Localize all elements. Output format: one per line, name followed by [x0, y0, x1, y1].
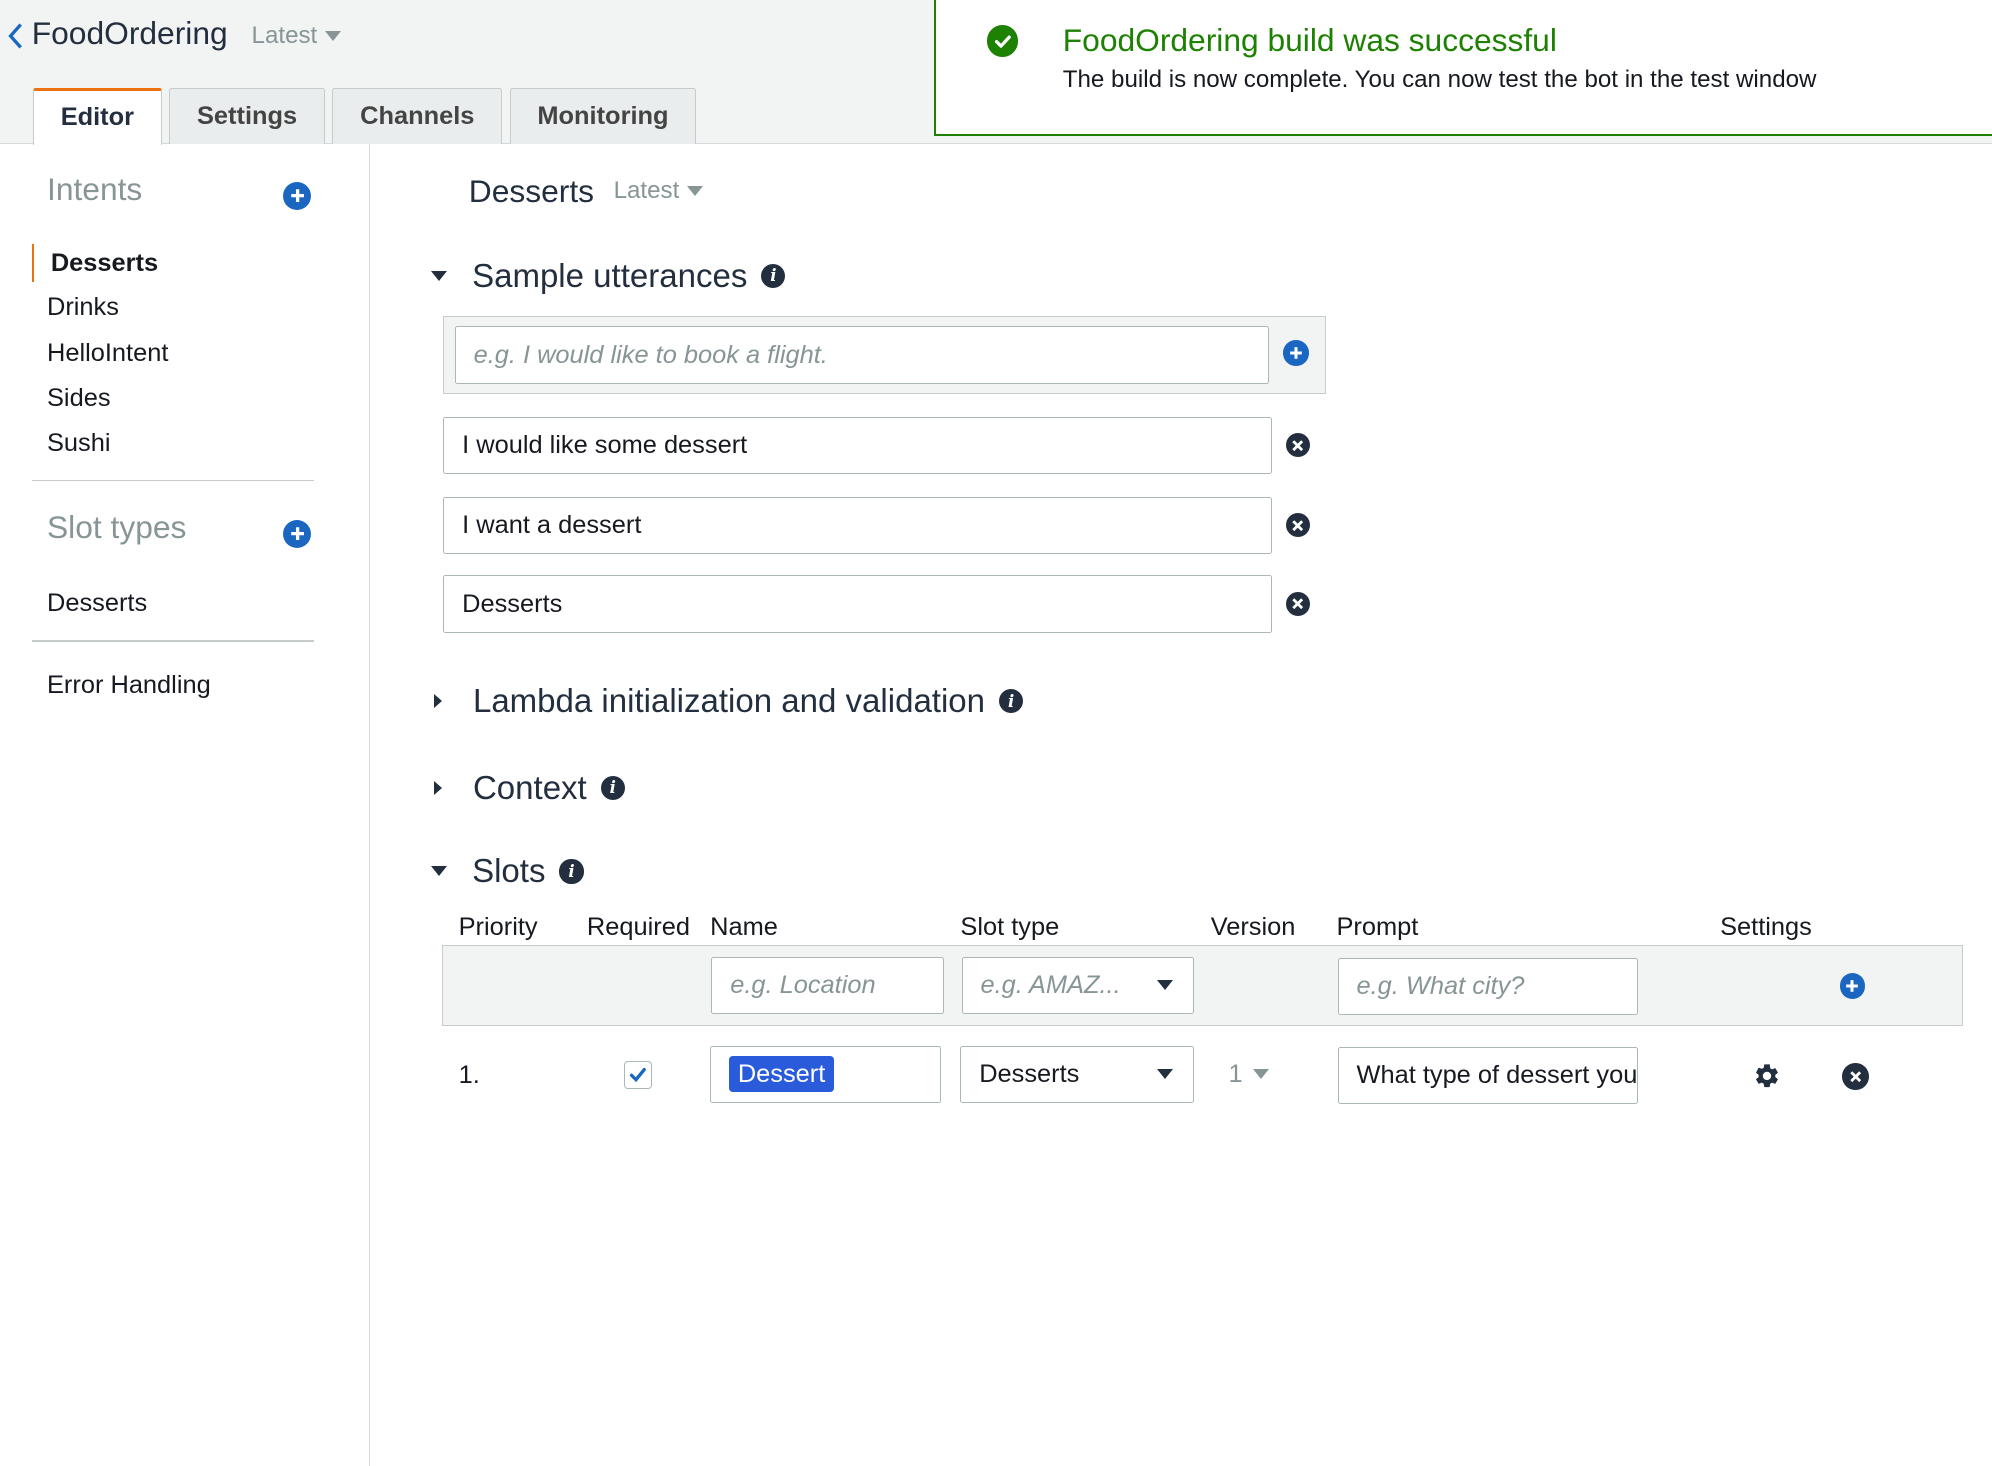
add-slot-plus-icon[interactable]: [1839, 973, 1865, 999]
sidebar-item-hellointent[interactable]: HelloIntent: [47, 339, 168, 368]
bot-version-dropdown[interactable]: Latest: [252, 22, 341, 50]
caret-right-icon: [434, 694, 443, 709]
caret-down-icon: [430, 866, 447, 877]
column-header-priority: Priority: [458, 913, 538, 942]
remove-slot-x-icon[interactable]: [1842, 1063, 1869, 1090]
utterance-input[interactable]: I want a dessert: [443, 496, 1272, 554]
new-slot-type-select[interactable]: e.g. AMAZ...: [961, 956, 1195, 1014]
caret-down-icon: [1156, 980, 1173, 990]
column-header-name: Name: [710, 913, 778, 942]
new-slot-row: [442, 945, 1963, 1027]
caret-down-icon: [324, 30, 341, 41]
tab-monitoring[interactable]: Monitoring: [509, 87, 697, 144]
slot-types-heading: Slot types: [47, 509, 187, 546]
info-icon[interactable]: i: [999, 689, 1024, 714]
utterance-input[interactable]: Desserts: [443, 575, 1272, 633]
slot-type-placeholder: e.g. AMAZ...: [980, 970, 1121, 999]
notification-message: The build is now complete. You can now t…: [1062, 66, 1817, 94]
add-utterance-plus-icon[interactable]: [1283, 340, 1309, 366]
slot-type-select[interactable]: Desserts: [960, 1045, 1195, 1103]
slot-required-checkbox[interactable]: [623, 1060, 652, 1089]
intents-heading: Intents: [47, 171, 143, 208]
info-icon[interactable]: i: [559, 859, 584, 884]
slots-section-title: Slots: [472, 852, 546, 890]
lambda-section-title: Lambda initialization and validation: [472, 682, 986, 720]
slot-version-dropdown[interactable]: 1: [1228, 1059, 1269, 1089]
info-icon[interactable]: i: [600, 775, 625, 800]
notification-title: FoodOrdering build was successful: [1062, 21, 1557, 58]
back-chevron-icon[interactable]: [5, 20, 25, 50]
tab-editor[interactable]: Editor: [33, 87, 162, 145]
sidebar: Intents Desserts Drinks HelloIntent Side…: [0, 143, 370, 1466]
column-header-version: Version: [1210, 913, 1296, 942]
sidebar-item-drinks[interactable]: Drinks: [47, 293, 119, 322]
caret-down-icon: [686, 185, 703, 196]
tab-channels[interactable]: Channels: [332, 87, 503, 144]
check-circle-icon: [986, 25, 1019, 58]
add-slot-type-plus-icon[interactable]: [283, 519, 312, 548]
sidebar-item-sushi[interactable]: Sushi: [47, 429, 111, 458]
new-slot-prompt-input[interactable]: e.g. What city?: [1337, 957, 1638, 1016]
new-utterance-input[interactable]: e.g. I would like to book a flight.: [454, 326, 1270, 384]
slot-name-input[interactable]: Dessert: [710, 1045, 942, 1103]
context-section-title: Context: [472, 768, 587, 806]
gear-icon[interactable]: [1753, 1062, 1781, 1096]
column-header-required: Required: [586, 913, 690, 942]
sidebar-item-desserts[interactable]: Desserts: [51, 249, 158, 278]
slot-type-value: Desserts: [979, 1059, 1080, 1088]
sidebar-divider: [31, 480, 314, 482]
slots-section-toggle[interactable]: Slots i: [429, 852, 584, 890]
slot-name-token: Dessert: [728, 1055, 835, 1093]
sidebar-item-error-handling[interactable]: Error Handling: [47, 671, 211, 700]
context-section-toggle[interactable]: Context i: [429, 768, 625, 807]
caret-down-icon: [430, 270, 447, 281]
remove-utterance-x-icon[interactable]: [1285, 433, 1310, 458]
remove-utterance-x-icon[interactable]: [1285, 592, 1310, 617]
slot-priority: 1.: [458, 1060, 480, 1089]
caret-down-icon: [1156, 1069, 1173, 1079]
active-indicator: [31, 243, 35, 283]
info-icon[interactable]: i: [761, 263, 786, 288]
utterance-input[interactable]: I would like some dessert: [443, 416, 1272, 474]
intent-title: Desserts: [468, 172, 595, 209]
sidebar-item-slot-type-desserts[interactable]: Desserts: [47, 589, 147, 618]
slot-version-value: 1: [1228, 1059, 1243, 1088]
build-success-notification: FoodOrdering build was successful The bu…: [933, 0, 1992, 136]
remove-utterance-x-icon[interactable]: [1285, 513, 1310, 538]
sample-utterances-title: Sample utterances: [472, 256, 748, 294]
intent-version-label: Latest: [613, 176, 680, 204]
column-header-slot-type: Slot type: [960, 913, 1060, 942]
bot-title: FoodOrdering: [31, 15, 228, 52]
tab-settings[interactable]: Settings: [169, 87, 325, 144]
sample-utterances-toggle[interactable]: Sample utterances i: [429, 256, 786, 295]
caret-down-icon: [1252, 1069, 1269, 1079]
new-slot-name-input[interactable]: e.g. Location: [711, 956, 944, 1014]
slot-prompt-input[interactable]: What type of dessert you: [1337, 1046, 1638, 1104]
column-header-settings: Settings: [1720, 913, 1812, 942]
sidebar-item-sides[interactable]: Sides: [47, 384, 111, 413]
sidebar-divider: [31, 640, 314, 642]
column-header-prompt: Prompt: [1336, 913, 1419, 942]
bot-version-label: Latest: [251, 21, 318, 49]
intent-version-dropdown[interactable]: Latest: [614, 177, 703, 205]
lambda-section-toggle[interactable]: Lambda initialization and validation i: [429, 682, 1024, 720]
tab-bar: Editor Settings Channels Monitoring: [33, 87, 697, 145]
caret-right-icon: [434, 780, 443, 795]
add-intent-plus-icon[interactable]: [283, 181, 312, 210]
